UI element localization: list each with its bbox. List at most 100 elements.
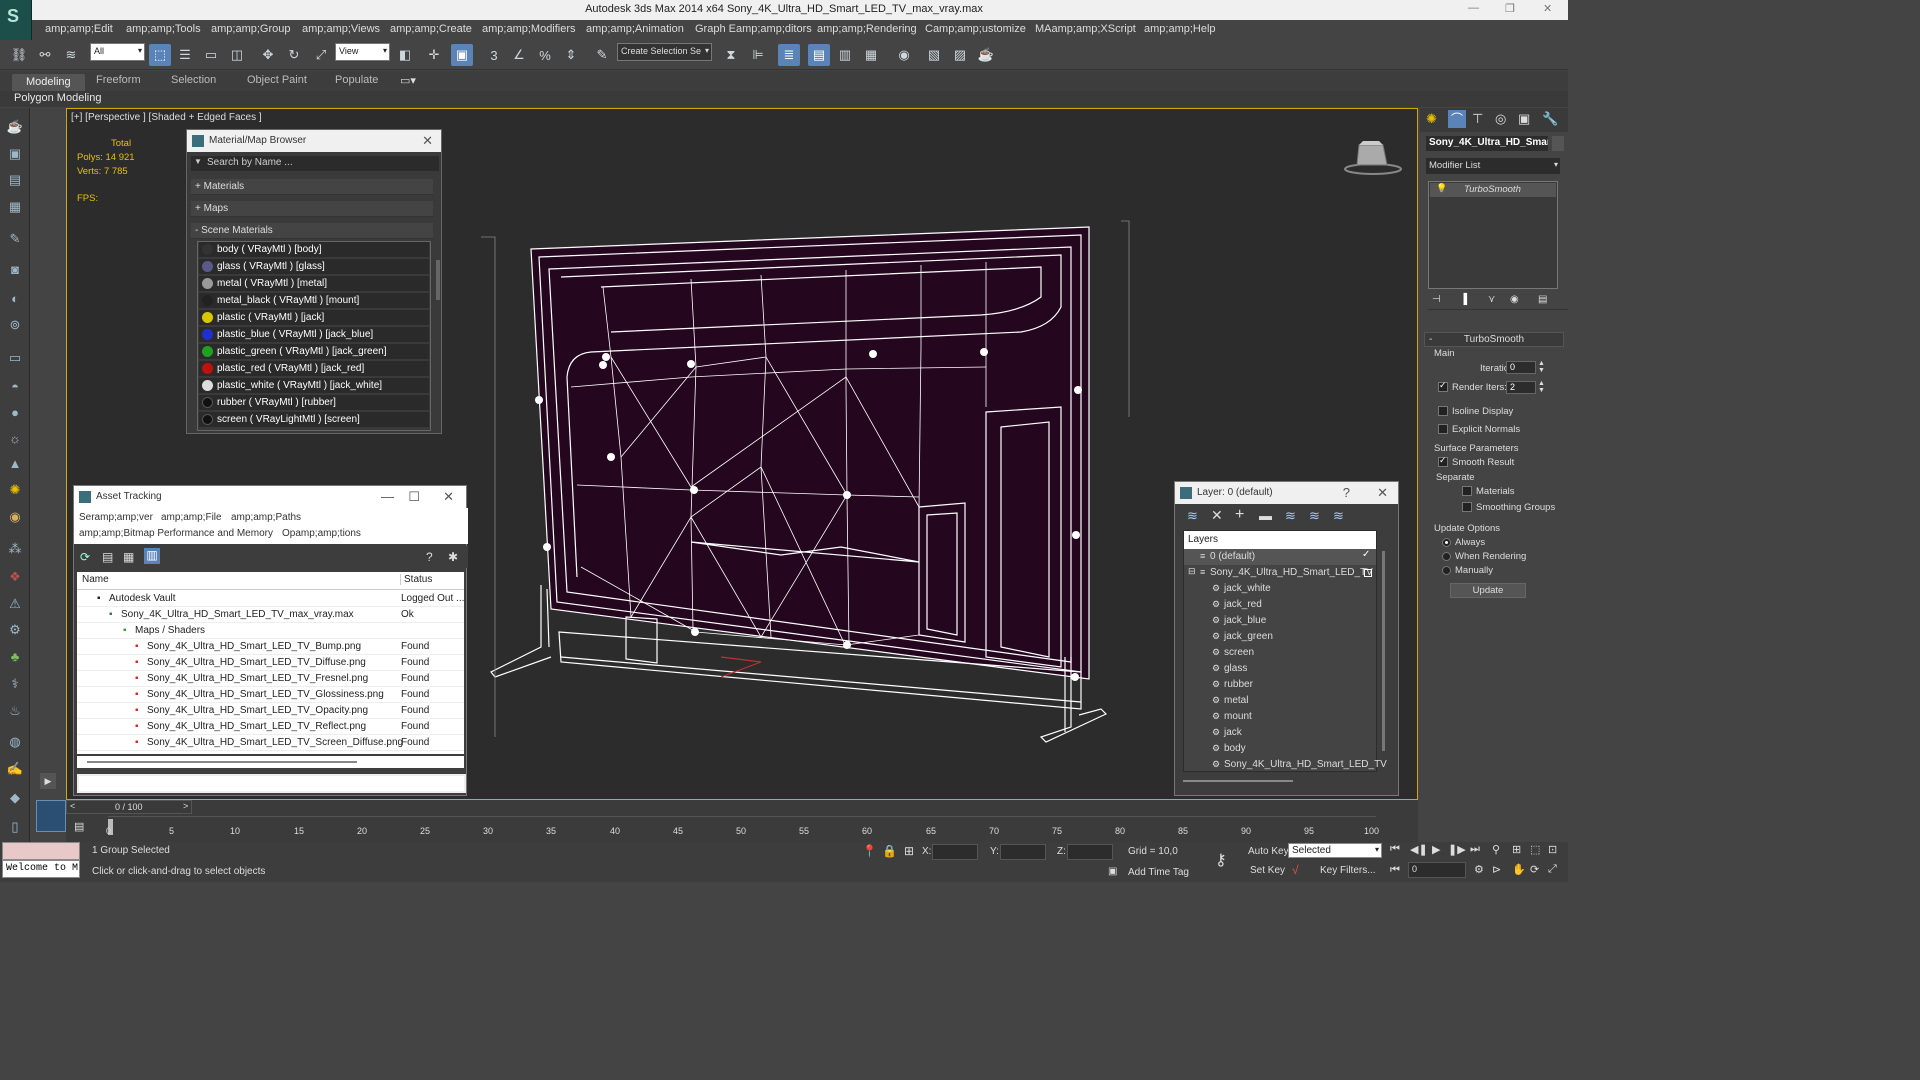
- section-maps[interactable]: + Maps: [191, 201, 433, 217]
- script-icon[interactable]: ✍: [6, 760, 24, 778]
- scrollbar-thumb[interactable]: [87, 761, 357, 763]
- list-item[interactable]: rubber ( VRayMtl ) [rubber]: [199, 395, 429, 411]
- rotate-icon[interactable]: ↻: [283, 44, 305, 66]
- edit-named-selection-icon[interactable]: ✎: [591, 44, 613, 66]
- spinner-arrows-icon[interactable]: ▲ ▼: [1538, 380, 1545, 394]
- rectangle-selection-icon[interactable]: ▭: [200, 44, 222, 66]
- help-icon[interactable]: ?: [426, 550, 433, 564]
- curve-editor-mini-icon[interactable]: ▤: [74, 820, 84, 833]
- material-search-input[interactable]: ▼ Search by Name ...: [191, 156, 439, 171]
- table-row[interactable]: ▪ Sony_4K_Ultra_HD_Smart_LED_TV_Glossines…: [77, 687, 464, 703]
- select-by-name-icon[interactable]: ☰: [174, 44, 196, 66]
- maxscript-listener[interactable]: Welcome to M: [2, 860, 80, 878]
- select-manipulate-icon[interactable]: ✛: [423, 44, 445, 66]
- time-config-icon[interactable]: ⚙: [1474, 863, 1484, 876]
- key-mode-toggle-icon[interactable]: ⏮: [1390, 864, 1400, 877]
- list-item[interactable]: plastic_white ( VRayMtl ) [jack_white]: [199, 378, 429, 394]
- close-icon[interactable]: ✕: [443, 489, 454, 505]
- list-item[interactable]: ≡ 0 (default) ✓: [1184, 549, 1376, 565]
- menu-server[interactable]: Seramp;amp;ver: [79, 512, 153, 523]
- menu-help[interactable]: amp;amp;Help: [1144, 23, 1216, 35]
- reference-coordinate-dropdown[interactable]: View ▾: [335, 43, 390, 61]
- box-icon[interactable]: ▭: [6, 349, 24, 367]
- pan-icon[interactable]: ✋: [1512, 863, 1526, 876]
- dome-icon[interactable]: ◓: [6, 378, 24, 396]
- hierarchy-tab-icon[interactable]: ⊤: [1472, 111, 1483, 127]
- gear-icon[interactable]: ⚙: [6, 621, 24, 639]
- lock-icon[interactable]: 🔒: [882, 844, 897, 858]
- set-key-button[interactable]: Set Key: [1250, 865, 1285, 876]
- light-bulb-icon[interactable]: ✺: [6, 481, 24, 499]
- object-color-swatch[interactable]: [1552, 136, 1564, 151]
- show-end-result-icon[interactable]: ▐: [1460, 294, 1467, 305]
- dynamics-icon[interactable]: ❖: [6, 568, 24, 586]
- list-item[interactable]: ⊟ ≡ Sony_4K_Ultra_HD_Smart_LED_TV: [1184, 565, 1376, 581]
- key-filters-button[interactable]: Key Filters...: [1320, 865, 1376, 876]
- x-coordinate-input[interactable]: [932, 844, 978, 860]
- paint-icon[interactable]: ✎: [6, 230, 24, 248]
- asset-path-input[interactable]: [77, 774, 466, 793]
- render-iters-checkbox[interactable]: [1438, 380, 1448, 393]
- asset-tracking-titlebar[interactable]: Asset Tracking — ☐ ✕: [74, 486, 466, 508]
- minimize-button[interactable]: —: [1468, 2, 1479, 14]
- menu-tools[interactable]: amp;amp;Tools: [126, 23, 201, 35]
- keyboard-shortcut-override-icon[interactable]: ▣: [451, 44, 473, 66]
- pin-icon[interactable]: ✱: [448, 550, 458, 564]
- spinner-arrows-icon[interactable]: ▲ ▼: [1538, 360, 1545, 374]
- display-tab-icon[interactable]: ▣: [1518, 111, 1530, 127]
- table-row[interactable]: ▪ Sony_4K_Ultra_HD_Smart_LED_TV_Reflect.p…: [77, 719, 464, 735]
- unlink-icon[interactable]: ⚯: [34, 44, 56, 66]
- material-editor-icon[interactable]: ◉: [893, 44, 915, 66]
- menu-group[interactable]: amp;amp;Group: [211, 23, 290, 35]
- horizontal-scrollbar[interactable]: [1183, 780, 1293, 782]
- list-item[interactable]: ⚙ glass: [1184, 661, 1376, 677]
- expand-arrow-icon[interactable]: ▶: [40, 773, 56, 789]
- horizontal-scrollbar[interactable]: [77, 756, 464, 768]
- key-mode-dropdown[interactable]: Selected ▾: [1288, 843, 1382, 858]
- scrollbar[interactable]: [436, 260, 440, 300]
- list-item[interactable]: metal_black ( VRayMtl ) [mount]: [199, 293, 429, 309]
- move-icon[interactable]: ✥: [257, 44, 279, 66]
- modifier-stack-item[interactable]: 💡 TurboSmooth: [1430, 183, 1556, 197]
- cloth-icon[interactable]: ♨: [6, 702, 24, 720]
- list-item[interactable]: plastic_blue ( VRayMtl ) [jack_blue]: [199, 327, 429, 343]
- highlight-layer-icon[interactable]: ≋: [1285, 508, 1296, 524]
- maximize-icon[interactable]: ☐: [408, 489, 420, 505]
- table-row[interactable]: ▪ Maps / Shaders: [77, 623, 464, 639]
- section-materials[interactable]: + Materials: [191, 179, 433, 195]
- freeze-layers-icon[interactable]: ≋: [1333, 508, 1344, 524]
- table-row[interactable]: ▪ Sony_4K_Ultra_HD_Smart_LED_TV_Diffuse.p…: [77, 655, 464, 671]
- angle-snap-icon[interactable]: ∠: [508, 44, 530, 66]
- help-icon[interactable]: ?: [1343, 485, 1350, 500]
- list-item[interactable]: plastic_red ( VRayMtl ) [jack_red]: [199, 361, 429, 377]
- tab-modeling[interactable]: Modeling: [12, 74, 85, 91]
- absolute-mode-icon[interactable]: ⊞: [904, 844, 914, 858]
- tab-populate[interactable]: Populate: [335, 74, 378, 86]
- list-item[interactable]: plastic ( VRayMtl ) [jack]: [199, 310, 429, 326]
- column-name-header[interactable]: Name: [82, 574, 109, 585]
- rendered-frame-window-icon[interactable]: ▨: [949, 44, 971, 66]
- render-setup-icon[interactable]: ▧: [923, 44, 945, 66]
- maximize-button[interactable]: ❐: [1505, 2, 1515, 15]
- add-time-tag[interactable]: Add Time Tag: [1128, 867, 1189, 878]
- scene-explorer-icon[interactable]: ▤: [808, 44, 830, 66]
- percent-snap-icon[interactable]: %: [534, 44, 556, 66]
- remove-modifier-icon[interactable]: ◉: [1510, 294, 1519, 305]
- menu-edit[interactable]: amp;amp;Edit: [45, 23, 113, 35]
- list-item[interactable]: ⚙ jack_blue: [1184, 613, 1376, 629]
- when-rendering-radio[interactable]: [1442, 551, 1451, 561]
- layer-dialog[interactable]: Layer: 0 (default) ? ✕ ≋ ✕ + ▬ ≋ ≋ ≋ Lay…: [1174, 481, 1399, 796]
- scale-icon[interactable]: ⤢: [310, 44, 332, 66]
- delete-layer-icon[interactable]: ✕: [1211, 507, 1223, 524]
- create-layer-icon[interactable]: ≋: [1187, 508, 1198, 524]
- document-icon[interactable]: ▯: [6, 818, 24, 836]
- grid-icon[interactable]: ▦: [6, 198, 24, 216]
- add-to-layer-icon[interactable]: +: [1235, 506, 1244, 524]
- sun-icon[interactable]: ☼: [6, 430, 24, 448]
- orbit-icon[interactable]: ⟳: [1530, 863, 1539, 876]
- teapot-icon[interactable]: ☕: [6, 118, 24, 136]
- prev-frame-icon[interactable]: <: [70, 801, 75, 811]
- named-selection-sets-input[interactable]: Create Selection Se ▾: [617, 43, 712, 61]
- update-button[interactable]: Update: [1450, 583, 1526, 598]
- isoline-checkbox[interactable]: [1438, 406, 1448, 417]
